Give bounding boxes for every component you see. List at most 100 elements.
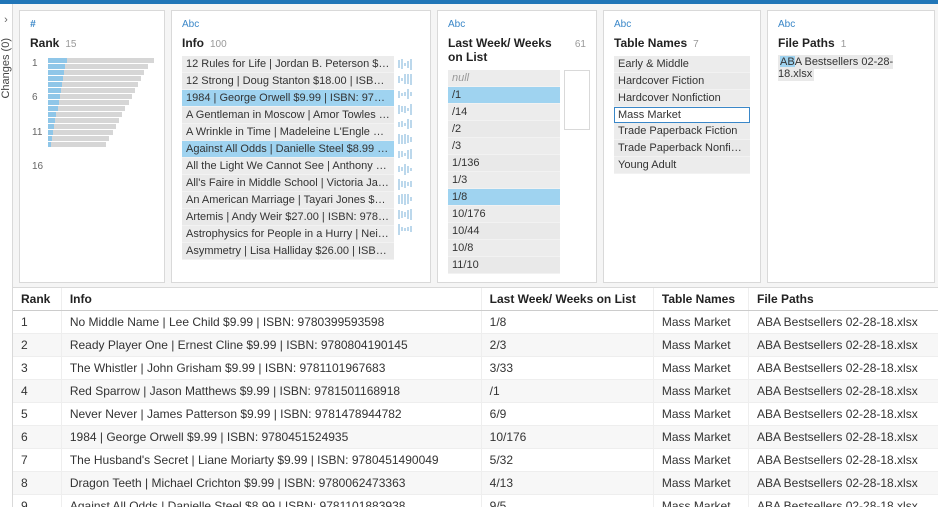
list-item[interactable]: Mass Market [614, 107, 750, 123]
cell-info[interactable]: Red Sparrow | Jason Matthews $9.99 | ISB… [61, 380, 481, 403]
fp-value[interactable]: ABA Bestsellers 02-28-18.xlsx [778, 56, 924, 80]
cell-info[interactable]: No Middle Name | Lee Child $9.99 | ISBN:… [61, 311, 481, 334]
cell-tn[interactable]: Mass Market [653, 472, 748, 495]
cell-rank[interactable]: 6 [13, 426, 61, 449]
list-item[interactable]: A Wrinkle in Time | Madeleine L'Engle $8… [182, 124, 394, 141]
table-row[interactable]: 61984 | George Orwell $9.99 | ISBN: 9780… [13, 426, 938, 449]
cell-info[interactable]: The Husband's Secret | Liane Moriarty $9… [61, 449, 481, 472]
list-item[interactable]: Young Adult [614, 157, 750, 174]
cell-rank[interactable]: 4 [13, 380, 61, 403]
cell-tn[interactable]: Mass Market [653, 357, 748, 380]
cell-fp[interactable]: ABA Bestsellers 02-28-18.xlsx [748, 449, 938, 472]
cell-info[interactable]: Never Never | James Patterson $9.99 | IS… [61, 403, 481, 426]
list-item[interactable]: Hardcover Fiction [614, 73, 750, 90]
list-item[interactable]: Trade Paperback Nonfiction [614, 140, 750, 157]
cell-rank[interactable]: 1 [13, 311, 61, 334]
card-file-paths[interactable]: Abc File Paths 1 ABA Bestsellers 02-28-1… [767, 10, 935, 283]
list-item[interactable]: /2 [448, 121, 560, 138]
cell-tn[interactable]: Mass Market [653, 380, 748, 403]
list-item[interactable]: Against All Odds | Danielle Steel $8.99 … [182, 141, 394, 158]
cell-fp[interactable]: ABA Bestsellers 02-28-18.xlsx [748, 426, 938, 449]
table-row[interactable]: 3The Whistler | John Grisham $9.99 | ISB… [13, 357, 938, 380]
list-item[interactable]: Artemis | Andy Weir $27.00 | ISBN: 97805… [182, 209, 394, 226]
list-item[interactable]: 1984 | George Orwell $9.99 | ISBN: 97804… [182, 90, 394, 107]
col-tn[interactable]: Table Names [653, 288, 748, 311]
cell-tn[interactable]: Mass Market [653, 334, 748, 357]
tn-value-list[interactable]: Early & MiddleHardcover FictionHardcover… [614, 56, 750, 174]
cell-fp[interactable]: ABA Bestsellers 02-28-18.xlsx [748, 311, 938, 334]
col-lw[interactable]: Last Week/ Weeks on List [481, 288, 653, 311]
cell-fp[interactable]: ABA Bestsellers 02-28-18.xlsx [748, 403, 938, 426]
card-rank[interactable]: # Rank 15 161116 [19, 10, 165, 283]
cell-fp[interactable]: ABA Bestsellers 02-28-18.xlsx [748, 472, 938, 495]
cell-lw[interactable]: 10/176 [481, 426, 653, 449]
lw-value-list[interactable]: null/1/14/2/31/1361/31/810/17610/4410/81… [448, 70, 560, 274]
list-item[interactable]: 10/176 [448, 206, 560, 223]
cell-fp[interactable]: ABA Bestsellers 02-28-18.xlsx [748, 380, 938, 403]
cell-tn[interactable]: Mass Market [653, 495, 748, 507]
cell-lw[interactable]: 5/32 [481, 449, 653, 472]
col-info[interactable]: Info [61, 288, 481, 311]
list-item[interactable]: 1/8 [448, 189, 560, 206]
card-table-names[interactable]: Abc Table Names 7 Early & MiddleHardcove… [603, 10, 761, 283]
table-row[interactable]: 7The Husband's Secret | Liane Moriarty $… [13, 449, 938, 472]
table-row[interactable]: 5Never Never | James Patterson $9.99 | I… [13, 403, 938, 426]
list-item[interactable]: null [448, 70, 560, 87]
card-last-week[interactable]: Abc Last Week/ Weeks on List 61 null/1/1… [437, 10, 597, 283]
list-item[interactable]: All's Faire in Middle School | Victoria … [182, 175, 394, 192]
table-row[interactable]: 9Against All Odds | Danielle Steel $8.99… [13, 495, 938, 507]
list-item[interactable]: Trade Paperback Fiction [614, 123, 750, 140]
list-item[interactable]: An American Marriage | Tayari Jones $26.… [182, 192, 394, 209]
list-item[interactable]: /14 [448, 104, 560, 121]
cell-lw[interactable]: 6/9 [481, 403, 653, 426]
cell-fp[interactable]: ABA Bestsellers 02-28-18.xlsx [748, 334, 938, 357]
cell-info[interactable]: Dragon Teeth | Michael Crichton $9.99 | … [61, 472, 481, 495]
cell-info[interactable]: 1984 | George Orwell $9.99 | ISBN: 97804… [61, 426, 481, 449]
col-fp[interactable]: File Paths [748, 288, 938, 311]
cell-info[interactable]: Ready Player One | Ernest Cline $9.99 | … [61, 334, 481, 357]
list-item[interactable]: Astrophysics for People in a Hurry | Nei… [182, 226, 394, 243]
cell-tn[interactable]: Mass Market [653, 449, 748, 472]
cell-lw[interactable]: 9/5 [481, 495, 653, 507]
cell-lw[interactable]: 1/8 [481, 311, 653, 334]
cell-fp[interactable]: ABA Bestsellers 02-28-18.xlsx [748, 357, 938, 380]
cell-tn[interactable]: Mass Market [653, 311, 748, 334]
table-row[interactable]: 4Red Sparrow | Jason Matthews $9.99 | IS… [13, 380, 938, 403]
list-item[interactable]: 10/44 [448, 223, 560, 240]
cell-rank[interactable]: 3 [13, 357, 61, 380]
cell-fp[interactable]: ABA Bestsellers 02-28-18.xlsx [748, 495, 938, 507]
expand-changes-icon[interactable]: › [4, 14, 8, 26]
card-info[interactable]: Abc Info 100 12 Rules for Life | Jordan … [171, 10, 431, 283]
list-item[interactable]: 12 Rules for Life | Jordan B. Peterson $… [182, 56, 394, 73]
list-item[interactable]: 11/10 [448, 257, 560, 274]
cell-lw[interactable]: 4/13 [481, 472, 653, 495]
list-item[interactable]: 10/8 [448, 240, 560, 257]
list-item[interactable]: 12 Strong | Doug Stanton $18.00 | ISBN: … [182, 73, 394, 90]
list-item[interactable]: 1/3 [448, 172, 560, 189]
table-row[interactable]: 2Ready Player One | Ernest Cline $9.99 |… [13, 334, 938, 357]
list-item[interactable]: Asymmetry | Lisa Halliday $26.00 | ISBN:… [182, 243, 394, 260]
list-item[interactable]: 1/136 [448, 155, 560, 172]
cell-info[interactable]: Against All Odds | Danielle Steel $8.99 … [61, 495, 481, 507]
cell-rank[interactable]: 8 [13, 472, 61, 495]
changes-label[interactable]: Changes (0) [0, 38, 12, 99]
cell-lw[interactable]: 2/3 [481, 334, 653, 357]
cell-lw[interactable]: /1 [481, 380, 653, 403]
info-value-list[interactable]: 12 Rules for Life | Jordan B. Peterson $… [182, 56, 394, 260]
table-row[interactable]: 1No Middle Name | Lee Child $9.99 | ISBN… [13, 311, 938, 334]
list-item[interactable]: Early & Middle [614, 56, 750, 73]
cell-rank[interactable]: 9 [13, 495, 61, 507]
col-rank[interactable]: Rank [13, 288, 61, 311]
list-item[interactable]: Hardcover Nonfiction [614, 90, 750, 107]
cell-rank[interactable]: 5 [13, 403, 61, 426]
list-item[interactable]: /3 [448, 138, 560, 155]
cell-rank[interactable]: 7 [13, 449, 61, 472]
cell-info[interactable]: The Whistler | John Grisham $9.99 | ISBN… [61, 357, 481, 380]
list-item[interactable]: A Gentleman in Moscow | Amor Towles $27.… [182, 107, 394, 124]
table-row[interactable]: 8Dragon Teeth | Michael Crichton $9.99 |… [13, 472, 938, 495]
list-item[interactable]: /1 [448, 87, 560, 104]
cell-tn[interactable]: Mass Market [653, 403, 748, 426]
cell-lw[interactable]: 3/33 [481, 357, 653, 380]
cell-tn[interactable]: Mass Market [653, 426, 748, 449]
list-item[interactable]: All the Light We Cannot See | Anthony Do… [182, 158, 394, 175]
